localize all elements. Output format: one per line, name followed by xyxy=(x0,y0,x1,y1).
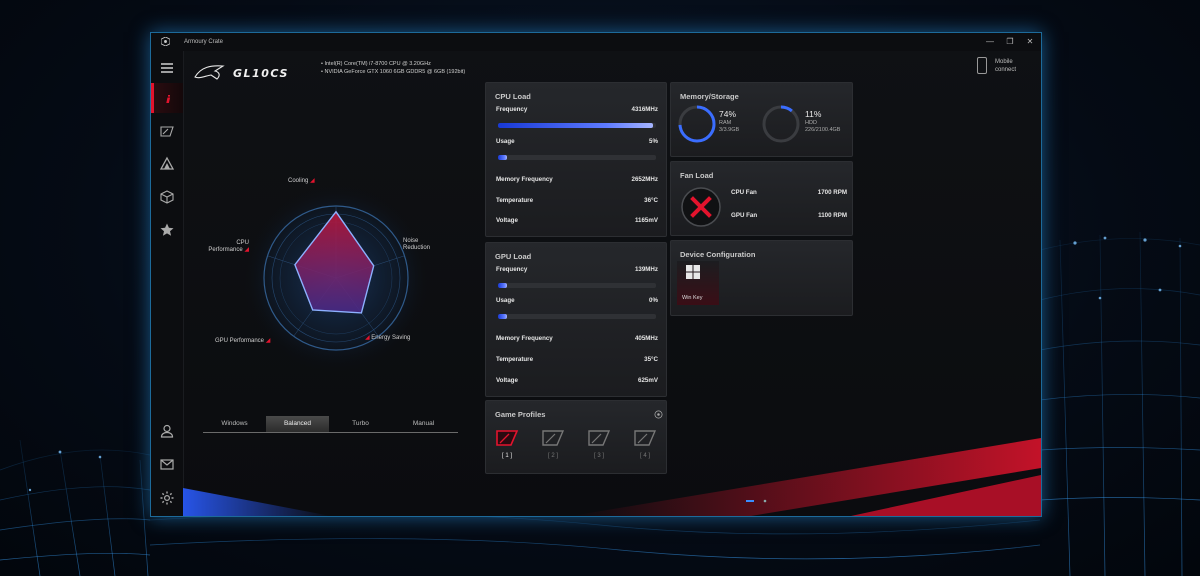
info-icon xyxy=(165,95,170,103)
window-title: Armoury Crate xyxy=(184,39,224,45)
memory-panel-title: Memory/Storage xyxy=(680,92,739,101)
cpu-usage-fill xyxy=(498,155,508,160)
gpu-frequency-bar xyxy=(498,283,656,288)
ram-ring xyxy=(678,105,716,143)
minimize-button[interactable]: — xyxy=(983,36,997,48)
cube-icon xyxy=(160,190,174,204)
fan-panel-title: Fan Load xyxy=(680,171,714,180)
cpu-usage-bar xyxy=(498,155,656,160)
spec-line-gpu: • NVIDIA GeForce GTX 1060 6GB GDDR5 @ 6G… xyxy=(321,69,466,75)
device-panel-title: Device Configuration xyxy=(680,250,756,259)
device-config-panel: Device Configuration Win Key xyxy=(670,240,853,316)
rog-logo: GL10CS xyxy=(194,65,289,80)
radar-label-energy: ◢ Energy Saving xyxy=(365,335,411,341)
gpu-fan-row: GPU Fan 1100 RPM xyxy=(731,212,847,219)
menu-icon xyxy=(161,63,173,73)
hdd-stats: 11% HDD 226/2100.4GB xyxy=(805,109,841,133)
sidebar-item-favorites[interactable] xyxy=(151,215,183,245)
gpu-memfreq-row: Memory Frequency 405MHz xyxy=(496,335,658,342)
title-bar: Armoury Crate — ❐ ✕ xyxy=(151,33,1041,51)
ram-stats: 74% RAM 3/3.9GB xyxy=(719,109,740,133)
hdd-ring xyxy=(762,105,800,143)
radar-label-gpu: GPU Performance ◢ xyxy=(215,338,271,344)
sidebar-item-game-profile[interactable] xyxy=(151,116,183,146)
cpu-usage-row: Usage 5% xyxy=(496,138,658,145)
gpu-load-panel: GPU Load Frequency 139MHz Usage 0% Memory … xyxy=(485,242,667,397)
cpu-temp-row: Temperature 36°C xyxy=(496,197,658,204)
radar-label-cpu: CPU Performance ◢ xyxy=(208,240,249,253)
gpu-panel-title: GPU Load xyxy=(495,252,532,261)
performance-radar: Cooling ◢ Noise Reduction ◢ Energy Saving… xyxy=(191,178,481,378)
sidebar-item-aura[interactable] xyxy=(151,149,183,179)
game-profile-icon xyxy=(160,126,174,137)
app-window: Armoury Crate — ❐ ✕ GL10CS • Intel(R) Co… xyxy=(150,32,1042,517)
radar-label-cooling: Cooling ◢ xyxy=(288,178,315,184)
gpu-frequency-row: Frequency 139MHz xyxy=(496,266,658,273)
memory-storage-panel: Memory/Storage 74% RAM 3/3.9GB 11% HDD 226/2… xyxy=(670,82,853,157)
sidebar-menu-button[interactable] xyxy=(151,53,183,83)
win-key-label: Win Key xyxy=(682,295,703,301)
radar-label-noise: Noise Reduction xyxy=(403,238,431,251)
gpu-usage-bar xyxy=(498,314,656,319)
windows-key-icon xyxy=(686,265,700,279)
cpu-memfreq-row: Memory Frequency 2652MHz xyxy=(496,176,658,183)
gpu-usage-row: Usage 0% xyxy=(496,297,658,304)
gpu-usage-fill xyxy=(498,314,508,319)
cpu-load-panel: CPU Load Frequency 4316MHz Usage 5% Memory… xyxy=(485,82,667,237)
gpu-voltage-row: Voltage 625mV xyxy=(496,377,658,384)
maximize-button[interactable]: ❐ xyxy=(1003,36,1017,48)
gpu-frequency-fill xyxy=(498,283,508,288)
cpu-voltage-row: Voltage 1165mV xyxy=(496,217,658,224)
spec-line-cpu: • Intel(R) Core(TM) i7-8700 CPU @ 3.20GH… xyxy=(321,61,431,67)
win-key-toggle[interactable]: Win Key xyxy=(677,261,719,305)
model-name: GL10CS xyxy=(233,67,289,80)
decorative-bottom-graphics xyxy=(183,438,1041,516)
star-icon xyxy=(160,223,174,236)
cpu-spec-text: Intel(R) Core(TM) i7-8700 CPU @ 3.20GHz xyxy=(324,61,431,67)
cpu-frequency-bar xyxy=(498,123,656,128)
mobile-connect-label: Mobile connect xyxy=(995,59,1017,73)
gpu-spec-text: NVIDIA GeForce GTX 1060 6GB GDDR5 @ 6GB … xyxy=(324,69,466,75)
gpu-temp-row: Temperature 35°C xyxy=(496,356,658,363)
sidebar-item-system-info[interactable] xyxy=(151,83,183,113)
cpu-fan-row: CPU Fan 1700 RPM xyxy=(731,189,847,196)
fan-icon xyxy=(681,187,721,227)
cpu-panel-title: CPU Load xyxy=(495,92,531,101)
app-logo-icon xyxy=(161,37,170,46)
close-button[interactable]: ✕ xyxy=(1023,36,1037,48)
cpu-frequency-fill xyxy=(498,123,653,128)
sidebar-item-cube[interactable] xyxy=(151,182,183,212)
fan-load-panel: Fan Load CPU Fan 1700 RPM GPU Fan 1100 RPM xyxy=(670,161,853,236)
phone-icon xyxy=(977,57,987,74)
aura-icon xyxy=(159,156,175,170)
cpu-frequency-row: Frequency 4316MHz xyxy=(496,106,658,113)
radar-chart xyxy=(241,183,431,373)
